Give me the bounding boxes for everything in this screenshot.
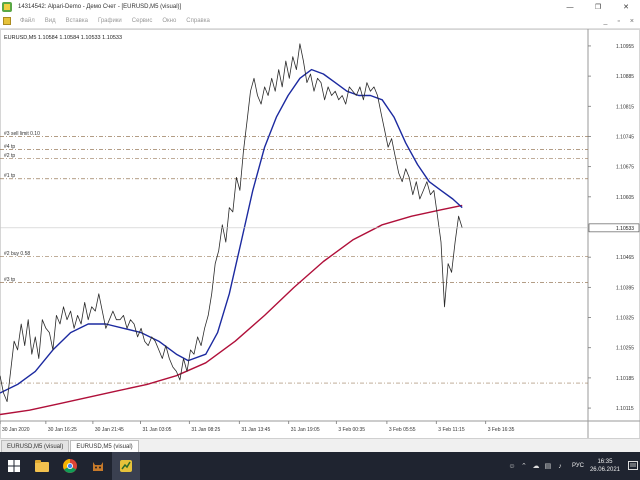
- clock[interactable]: 16:35 26.06.2021: [590, 458, 620, 474]
- menu-bar: Файл Вид Вставка Графики Сервис Окно Спр…: [0, 14, 640, 28]
- notification-icon[interactable]: [626, 452, 640, 480]
- chart-close-button[interactable]: ×: [630, 18, 634, 25]
- menu-charts[interactable]: Графики: [93, 18, 127, 24]
- taskbar: ☺ ⌃ ☁ ▤ ♪ РУС 16:35 26.06.2021: [0, 452, 640, 480]
- chrome-icon[interactable]: [56, 452, 84, 480]
- language-indicator[interactable]: РУС: [572, 463, 584, 469]
- file-explorer-icon[interactable]: [28, 452, 56, 480]
- y-tick-label: 1.10325: [616, 316, 634, 322]
- close-button[interactable]: ✕: [612, 0, 640, 14]
- y-tick-label: 1.10605: [616, 195, 634, 201]
- cloud-icon[interactable]: ☁: [530, 462, 542, 470]
- order-level-label: #3 tp: [4, 277, 15, 283]
- network-icon[interactable]: ▤: [542, 462, 554, 470]
- cat-game-icon[interactable]: [84, 452, 112, 480]
- x-tick-label: 30 Jan 2020: [2, 427, 30, 433]
- maximize-button[interactable]: ❐: [584, 0, 612, 14]
- clock-date: 26.06.2021: [589, 467, 620, 473]
- y-tick-label: 1.10185: [616, 376, 634, 382]
- x-tick-label: 31 Jan 03:05: [143, 427, 172, 433]
- chart-window-icon: [3, 17, 11, 25]
- order-level-label: #2 tp: [4, 153, 15, 159]
- metatrader-icon[interactable]: [112, 452, 140, 480]
- menu-view[interactable]: Вид: [40, 18, 61, 24]
- order-level-label: #3 sell limit 0.10: [4, 131, 40, 137]
- chart-window-controls: _ ▫ ×: [604, 14, 634, 28]
- minimize-button[interactable]: —: [556, 0, 584, 14]
- chart-area[interactable]: EURUSD,M5 1.10584 1.10584 1.10533 1.1053…: [0, 28, 640, 439]
- menu-window[interactable]: Окно: [157, 18, 181, 24]
- menu-tools[interactable]: Сервис: [127, 18, 158, 24]
- x-tick-label: 3 Feb 11:15: [438, 427, 465, 433]
- system-tray: ☺ ⌃ ☁ ▤ ♪ РУС 16:35 26.06.2021: [506, 452, 640, 480]
- volume-icon[interactable]: ♪: [554, 463, 566, 470]
- x-tick-label: 30 Jan 21:45: [95, 427, 124, 433]
- y-tick-label: 1.10815: [616, 104, 634, 110]
- y-tick-label: 1.10115: [616, 406, 634, 412]
- app-logo-icon: [2, 2, 12, 12]
- y-tick-label: 1.10395: [616, 285, 634, 291]
- symbol-info-label: EURUSD,M5 1.10584 1.10584 1.10533 1.1053…: [4, 35, 122, 41]
- price-series-line: [0, 43, 463, 402]
- current-price-label: 1.10533: [616, 226, 634, 232]
- order-level-label: #1 tp: [4, 173, 15, 179]
- chart-restore-button[interactable]: ▫: [617, 18, 619, 25]
- price-chart[interactable]: EURUSD,M5 1.10584 1.10584 1.10533 1.1053…: [0, 29, 640, 439]
- y-tick-label: 1.10745: [616, 134, 634, 140]
- y-tick-label: 1.10955: [616, 44, 634, 50]
- window-title: 14314542: Alpari-Demo - Демо Счет - [EUR…: [18, 4, 182, 10]
- x-tick-label: 31 Jan 08:25: [191, 427, 220, 433]
- order-level-label: #4 tp: [4, 144, 15, 150]
- x-tick-label: 31 Jan 19:05: [291, 427, 320, 433]
- x-tick-label: 31 Jan 13:45: [241, 427, 270, 433]
- x-tick-label: 3 Feb 05:55: [389, 427, 416, 433]
- clock-time: 16:35: [597, 459, 613, 465]
- menu-file[interactable]: Файл: [15, 18, 40, 24]
- order-level-label: #2 buy 0.58: [4, 251, 30, 257]
- menu-insert[interactable]: Вставка: [61, 18, 93, 24]
- window-controls: — ❐ ✕: [556, 0, 640, 14]
- chevron-up-icon[interactable]: ⌃: [518, 462, 530, 470]
- y-tick-label: 1.10465: [616, 255, 634, 261]
- y-tick-label: 1.10255: [616, 346, 634, 352]
- menu-help[interactable]: Справка: [181, 18, 215, 24]
- x-tick-label: 3 Feb 16:35: [488, 427, 515, 433]
- person-icon[interactable]: ☺: [506, 463, 518, 470]
- chart-minimize-button[interactable]: _: [604, 18, 608, 25]
- x-tick-label: 30 Jan 16:25: [48, 427, 77, 433]
- chart-frame: [0, 29, 640, 439]
- chart-tabs: EURUSD,M5 (visual) EURUSD,M5 (visual): [0, 438, 640, 452]
- x-tick-label: 3 Feb 00:35: [338, 427, 365, 433]
- tab-chart-2[interactable]: EURUSD,M5 (visual): [70, 440, 139, 452]
- tab-chart-1[interactable]: EURUSD,M5 (visual): [1, 440, 70, 452]
- windows-logo-icon[interactable]: [0, 452, 28, 480]
- window-titlebar[interactable]: 14314542: Alpari-Demo - Демо Счет - [EUR…: [0, 0, 640, 14]
- y-tick-label: 1.10885: [616, 74, 634, 80]
- y-tick-label: 1.10675: [616, 165, 634, 171]
